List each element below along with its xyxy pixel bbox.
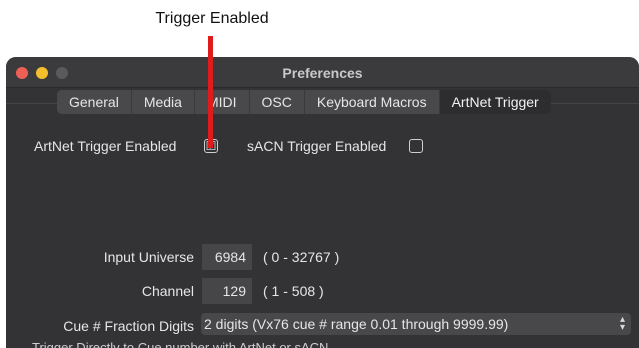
preferences-window: Preferences General Media MIDI OSC Keybo… [6,57,639,348]
sacn-enabled-checkbox[interactable] [409,139,423,153]
tab-artnet-trigger[interactable]: ArtNet Trigger [439,90,551,114]
channel-range: ( 1 - 508 ) [263,283,324,299]
cutoff-setting-label: Trigger Directly to Cue number with ArtN… [32,340,329,348]
title-bar: Preferences [6,57,639,88]
tab-osc[interactable]: OSC [250,90,305,114]
tab-midi[interactable]: MIDI [195,90,250,114]
cue-fraction-row: Cue # Fraction Digits 2 digits (Vx76 cue… [6,313,639,339]
cue-fraction-label: Cue # Fraction Digits [63,318,194,334]
channel-field[interactable]: 129 [202,278,252,304]
annotation-arrow [208,36,213,148]
input-universe-label: Input Universe [103,249,194,265]
tab-bar: General Media MIDI OSC Keyboard Macros A… [6,87,639,115]
input-universe-range: ( 0 - 32767 ) [263,249,340,265]
input-universe-row: Input Universe 6984 ( 0 - 32767 ) [6,244,639,270]
sacn-enabled-label: sACN Trigger Enabled [247,138,387,154]
channel-label: Channel [141,283,194,299]
tab-media[interactable]: Media [132,90,195,114]
cue-fraction-select[interactable]: 2 digits (Vx76 cue # range 0.01 through … [201,313,631,335]
segmented-tabs: General Media MIDI OSC Keyboard Macros A… [57,90,551,114]
trigger-enable-row: ArtNet Trigger Enabled ☑ sACN Trigger En… [6,137,639,157]
artnet-enabled-label: ArtNet Trigger Enabled [34,138,177,154]
window-title: Preferences [282,65,363,81]
tab-general[interactable]: General [57,90,132,114]
cue-fraction-value: 2 digits (Vx76 cue # range 0.01 through … [204,316,509,332]
updown-chevron-icon: ▴ ▾ [619,314,625,333]
tab-keyboard-macros[interactable]: Keyboard Macros [305,90,440,114]
input-universe-field[interactable]: 6984 [202,244,252,270]
channel-row: Channel 129 ( 1 - 508 ) [6,278,639,304]
annotation-label: Trigger Enabled [155,10,269,27]
